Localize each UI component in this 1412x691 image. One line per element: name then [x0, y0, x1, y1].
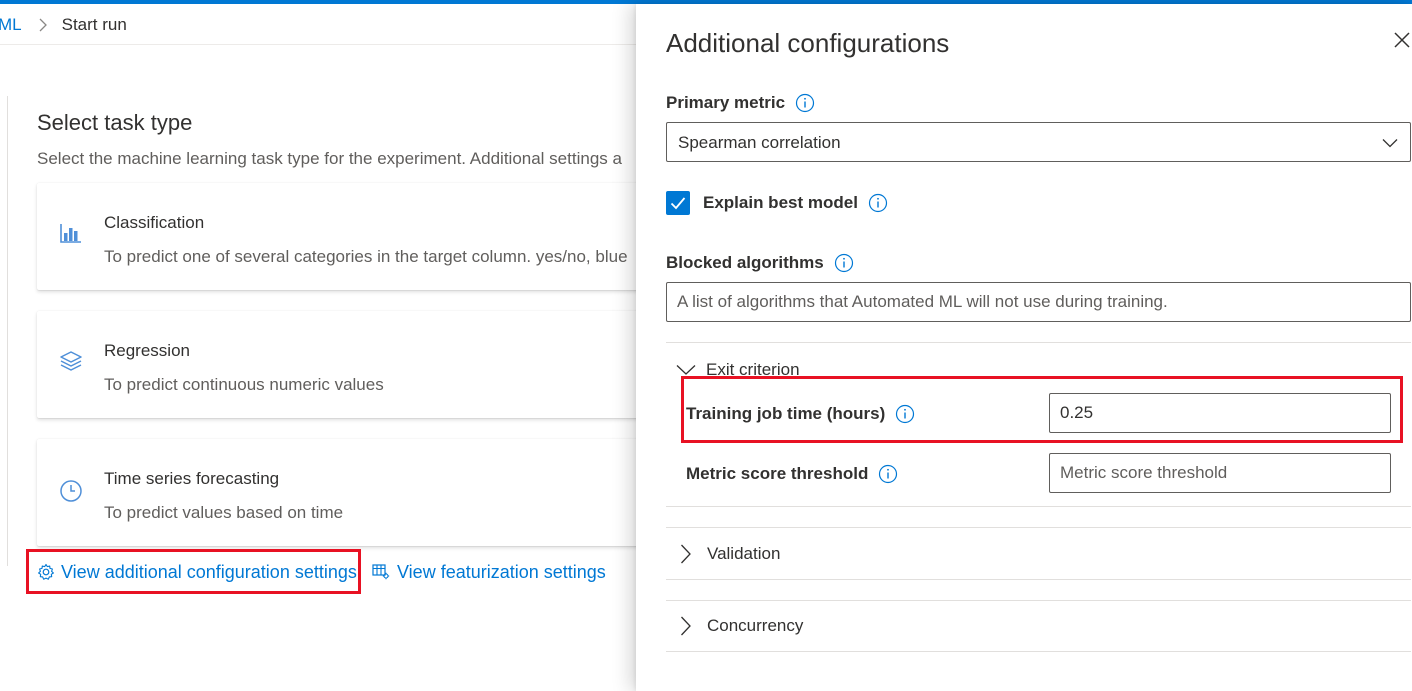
task-card-title: Time series forecasting: [104, 469, 280, 488]
task-card-time-series[interactable]: Time series forecasting To predict value…: [37, 439, 647, 546]
section-divider: [666, 527, 1411, 528]
blocked-algorithms-label-text: Blocked algorithms: [666, 253, 824, 272]
metric-score-threshold-label: Metric score threshold: [686, 464, 898, 484]
section-divider: [666, 600, 1411, 601]
primary-metric-value: Spearman correlation: [678, 133, 841, 152]
breadcrumb-divider: [0, 44, 640, 45]
chevron-down-icon: [676, 364, 706, 376]
validation-toggle[interactable]: Validation: [680, 542, 780, 566]
blocked-algorithms-input[interactable]: A list of algorithms that Automated ML w…: [666, 282, 1411, 322]
task-card-regression[interactable]: Regression To predict continuous numeric…: [37, 311, 647, 418]
explain-best-model-label-text: Explain best model: [703, 193, 858, 212]
clock-icon: [59, 479, 83, 503]
breadcrumb-current: Start run: [61, 15, 127, 34]
info-icon[interactable]: [868, 193, 888, 213]
view-featurization-link[interactable]: View featurization settings: [372, 560, 606, 584]
layers-icon: [59, 349, 83, 373]
info-icon[interactable]: [795, 93, 815, 113]
primary-metric-dropdown[interactable]: Spearman correlation: [666, 122, 1411, 162]
additional-configurations-panel: Additional configurations Primary metric…: [636, 4, 1412, 691]
task-card-description: To predict values based on time: [104, 503, 344, 522]
info-icon[interactable]: [878, 464, 898, 484]
highlight-box-training-job-time: [681, 376, 1403, 443]
explain-best-model-label: Explain best model: [703, 193, 888, 213]
chevron-right-icon: [38, 18, 48, 32]
task-card-description: To predict continuous numeric values: [104, 375, 384, 394]
blocked-algorithms-label: Blocked algorithms: [666, 253, 854, 273]
chevron-right-icon: [680, 616, 710, 636]
breadcrumb: ML Start run: [0, 14, 127, 36]
highlight-box-config-link: [26, 549, 361, 594]
left-nav-rule: [7, 96, 8, 566]
concurrency-toggle[interactable]: Concurrency: [680, 614, 803, 638]
section-divider: [666, 342, 1411, 343]
metric-score-threshold-label-text: Metric score threshold: [686, 464, 869, 483]
checkmark-icon: [670, 197, 686, 210]
chevron-right-icon: [680, 544, 710, 564]
task-card-description: To predict one of several categories in …: [104, 247, 628, 266]
task-card-title: Regression: [104, 341, 190, 360]
chevron-down-icon: [1382, 135, 1398, 153]
concurrency-label: Concurrency: [707, 616, 804, 635]
panel-title: Additional configurations: [666, 28, 950, 58]
task-type-description: Select the machine learning task type fo…: [37, 149, 622, 168]
primary-metric-label: Primary metric: [666, 93, 815, 113]
task-type-title: Select task type: [37, 110, 193, 135]
info-icon[interactable]: [834, 253, 854, 273]
section-divider: [666, 651, 1411, 652]
task-card-classification[interactable]: Classification To predict one of several…: [37, 183, 647, 290]
section-divider: [666, 579, 1411, 580]
explain-best-model-checkbox[interactable]: [666, 191, 690, 215]
breadcrumb-parent-link[interactable]: ML: [0, 15, 22, 35]
bar-chart-icon: [59, 221, 83, 245]
table-settings-icon: [372, 564, 390, 580]
view-featurization-label: View featurization settings: [397, 561, 606, 582]
task-card-title: Classification: [104, 213, 205, 232]
primary-metric-label-text: Primary metric: [666, 93, 786, 112]
metric-score-threshold-input[interactable]: Metric score threshold: [1049, 453, 1391, 493]
validation-label: Validation: [707, 544, 781, 563]
section-divider: [666, 506, 1411, 507]
close-icon[interactable]: [1392, 30, 1412, 50]
